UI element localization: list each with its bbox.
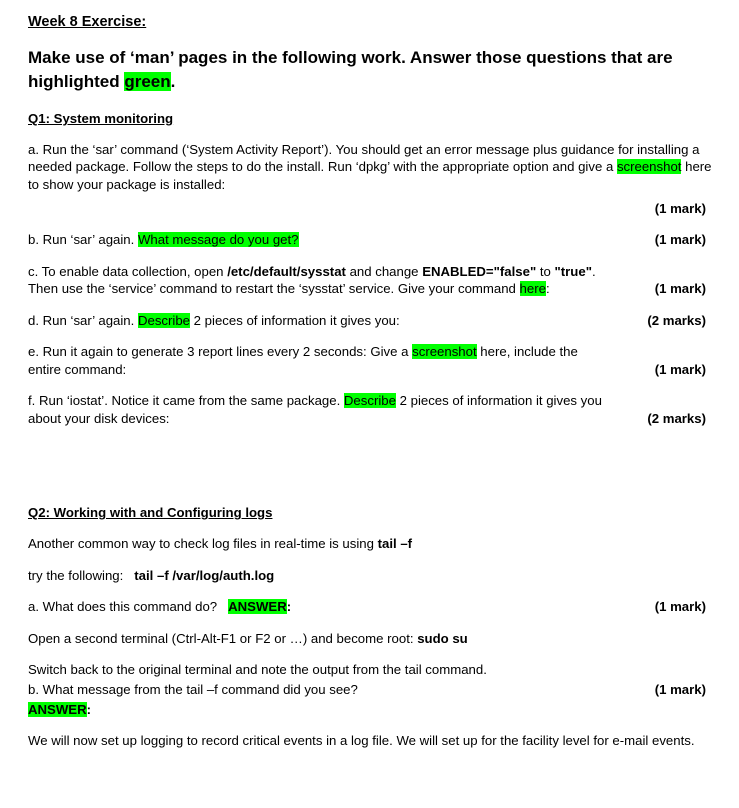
q1-c-true-bold: "true" xyxy=(554,263,592,279)
q2-a-text-2: : xyxy=(286,599,292,615)
section-heading-q2: Q2: Working with and Configuring logs xyxy=(28,505,273,521)
q1-c-text: c. To enable data collection, open /etc/… xyxy=(28,263,724,298)
q1-f-text-1: f. Run ‘iostat’. Notice it came from the… xyxy=(28,393,344,409)
q2-a-marks: (1 mark) xyxy=(654,599,706,615)
q1-e-highlight-screenshot: screenshot xyxy=(412,344,477,360)
section-heading-q1: Q1: System monitoring xyxy=(28,111,174,127)
q2-b-answer-line: ANSWER: xyxy=(28,699,724,719)
q1-c-path-bold: /etc/default/sysstat xyxy=(227,263,346,279)
q1-e-text: e. Run it again to generate 3 report lin… xyxy=(28,343,724,378)
q1-c-text-3: to xyxy=(536,263,555,279)
q1-c-text-1: c. To enable data collection, open xyxy=(28,263,228,279)
q2-terminal-instruction: Open a second terminal (Ctrl-Alt-F1 or F… xyxy=(28,616,724,648)
q1-e-marks: (1 mark) xyxy=(654,361,706,377)
q2-intro-line-1: Another common way to check log files in… xyxy=(28,521,724,553)
q1-d-marks: (2 marks) xyxy=(647,312,706,328)
q1-c-text-5: : xyxy=(545,281,550,297)
q1-d-highlight-describe: Describe xyxy=(137,312,191,328)
q2-b-text: b. What message from the tail –f command… xyxy=(28,682,358,697)
question-q1-a: a. Run the ‘sar’ command (‘System Activi… xyxy=(28,127,724,194)
q2-terminal-command-bold: sudo su xyxy=(417,630,468,646)
q2-b-answer-colon: : xyxy=(86,701,92,717)
q1-a-marks: (1 mark) xyxy=(654,200,706,216)
q2-intro-1-command-bold: tail –f xyxy=(377,536,413,552)
question-q2-b: b. What message from the tail –f command… xyxy=(28,679,724,699)
q1-d-text-1: d. Run ‘sar’ again. xyxy=(28,312,138,328)
q2-switch-back-line: Switch back to the original terminal and… xyxy=(28,662,487,678)
q1-e-text-1: e. Run it again to generate 3 report lin… xyxy=(28,344,413,360)
q2-a-text-1: a. What does this command do? xyxy=(28,599,229,615)
question-q1-e: e. Run it again to generate 3 report lin… xyxy=(28,329,724,378)
question-q1-d: d. Run ‘sar’ again. Describe 2 pieces of… xyxy=(28,298,724,330)
q2-terminal-text: Open a second terminal (Ctrl-Alt-F1 or F… xyxy=(28,630,418,646)
q2-intro-2-text: try the following: xyxy=(28,567,135,583)
q1-b-marks: (1 mark) xyxy=(654,232,706,248)
q1-f-text: f. Run ‘iostat’. Notice it came from the… xyxy=(28,392,724,427)
q1-b-text: b. Run ‘sar’ again. What message do you … xyxy=(28,231,724,249)
question-q1-f: f. Run ‘iostat’. Notice it came from the… xyxy=(28,378,724,427)
q2-intro-1-text: Another common way to check log files in… xyxy=(28,536,378,552)
lead-instruction: Make use of ‘man’ pages in the following… xyxy=(28,31,724,93)
q1-c-enabled-false-bold: ENABLED="false" xyxy=(422,263,537,279)
question-q1-b: b. Run ‘sar’ again. What message do you … xyxy=(28,217,724,249)
q2-intro-2-command-bold: tail –f /var/log/auth.log xyxy=(134,567,275,583)
q2-b-marks: (1 mark) xyxy=(654,682,706,697)
q1-c-text-2: and change xyxy=(345,263,423,279)
q1-b-highlight-question: What message do you get? xyxy=(137,232,299,248)
question-q2-a: a. What does this command do? ANSWER: (1… xyxy=(28,584,724,616)
question-q1-c: c. To enable data collection, open /etc/… xyxy=(28,249,724,298)
q1-c-highlight-here: here xyxy=(519,281,546,297)
lead-text-after: . xyxy=(170,71,176,91)
q1-b-text-1: b. Run ‘sar’ again. xyxy=(28,232,138,248)
q1-d-text: d. Run ‘sar’ again. Describe 2 pieces of… xyxy=(28,312,724,330)
q2-intro-line-2: try the following: tail –f /var/log/auth… xyxy=(28,553,724,585)
q2-closing-paragraph: We will now set up logging to record cri… xyxy=(28,733,695,749)
q1-f-marks: (2 marks) xyxy=(647,410,706,426)
q2-a-text: a. What does this command do? ANSWER: xyxy=(28,598,724,616)
exercise-document-page: Week 8 Exercise: Make use of ‘man’ pages… xyxy=(0,0,739,808)
q2-b-highlight-answer: ANSWER xyxy=(28,701,87,717)
document-title: Week 8 Exercise: xyxy=(28,14,147,30)
q1-f-highlight-describe: Describe xyxy=(343,393,396,409)
document-body: Week 8 Exercise: Make use of ‘man’ pages… xyxy=(28,0,724,750)
q1-c-marks: (1 mark) xyxy=(654,281,706,297)
q2-a-highlight-answer: ANSWER xyxy=(228,599,287,615)
q1-a-text-1: a. Run the ‘sar’ command (‘System Activi… xyxy=(28,141,700,175)
q1-a-highlight-screenshot: screenshot xyxy=(616,159,682,175)
lead-highlight-green: green xyxy=(124,71,171,91)
q1-d-text-2: 2 pieces of information it gives you: xyxy=(190,312,400,328)
